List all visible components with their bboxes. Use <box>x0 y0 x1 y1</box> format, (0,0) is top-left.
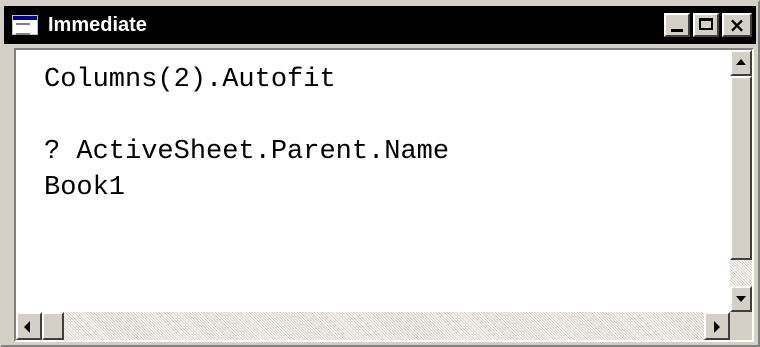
vertical-scrollbar[interactable] <box>730 50 752 312</box>
close-button[interactable]: × <box>722 13 752 37</box>
horizontal-scroll-thumb[interactable] <box>42 312 64 340</box>
immediate-editor[interactable]: Columns(2).Autofit ? ActiveSheet.Parent.… <box>16 50 730 312</box>
minimize-button[interactable] <box>664 13 690 37</box>
minimize-icon <box>671 29 683 32</box>
scroll-up-button[interactable] <box>730 50 752 76</box>
title-bar[interactable]: Immediate × <box>4 6 756 44</box>
arrow-right-icon <box>714 321 720 333</box>
scroll-left-button[interactable] <box>16 312 42 340</box>
arrow-left-icon <box>24 321 30 333</box>
immediate-window-icon[interactable] <box>12 15 38 35</box>
scrollbar-corner <box>730 312 752 340</box>
immediate-window: Immediate × Columns(2).Autofit ? ActiveS… <box>0 0 760 347</box>
window-title: Immediate <box>48 14 147 36</box>
scroll-right-button[interactable] <box>704 312 730 340</box>
vertical-scroll-thumb[interactable] <box>730 76 752 260</box>
code-line[interactable]: Columns(2).Autofit <box>44 62 336 98</box>
maximize-button[interactable] <box>693 13 719 37</box>
maximize-icon <box>699 18 713 30</box>
code-line[interactable]: ? ActiveSheet.Parent.Name <box>44 134 449 170</box>
immediate-pane: Columns(2).Autofit ? ActiveSheet.Parent.… <box>14 48 754 342</box>
close-icon: × <box>728 13 746 37</box>
output-line[interactable]: Book1 <box>44 170 125 206</box>
scroll-down-button[interactable] <box>730 286 752 312</box>
arrow-up-icon <box>736 59 746 65</box>
horizontal-scrollbar[interactable] <box>16 312 730 340</box>
arrow-down-icon <box>736 296 746 302</box>
